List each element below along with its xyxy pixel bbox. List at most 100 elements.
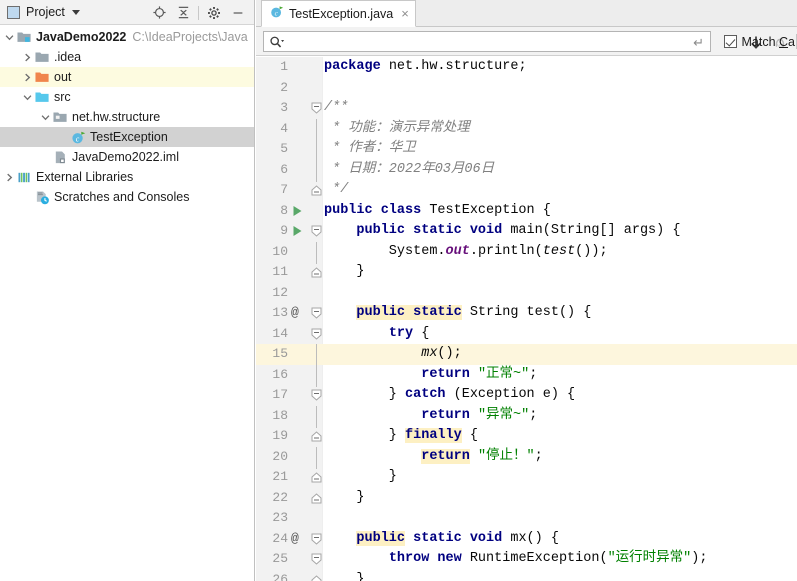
settings-gear-icon[interactable] [202, 2, 226, 24]
code-line[interactable]: 16 return "正常~"; [256, 362, 797, 387]
code-line[interactable]: 9 public static void main(String[] args)… [256, 221, 797, 242]
minimize-icon[interactable] [226, 2, 250, 24]
line-number: 2 [280, 79, 288, 95]
editor-area: c TestException.java × ↵ ALL Match Ca 1 … [256, 0, 797, 581]
code-line[interactable]: 4 * 功能：演示异常处理 [256, 116, 797, 141]
iml-file-icon [52, 149, 68, 165]
override-marker-icon[interactable]: @ [291, 529, 299, 550]
code-text: package net.hw.structure; [324, 59, 527, 74]
line-number: 13 [272, 305, 288, 320]
code-line[interactable]: 5 * 作者：华卫 [256, 137, 797, 161]
code-text: throw new RuntimeException("运行时异常"); [388, 551, 708, 566]
code-line[interactable]: 2 [256, 78, 797, 99]
tree-item-root[interactable]: JavaDemo2022 C:\IdeaProjects\Java [0, 27, 254, 47]
code-line[interactable]: 17 } catch (Exception e) { [256, 385, 797, 406]
code-line[interactable]: 25 throw new RuntimeException("运行时异常"); [256, 549, 797, 570]
project-tree[interactable]: JavaDemo2022 C:\IdeaProjects\Java .idea out… [0, 25, 254, 207]
collapse-all-icon[interactable] [171, 2, 195, 24]
tree-item-label: Scratches and Consoles [54, 190, 190, 204]
code-line[interactable]: 19 } finally { [256, 426, 797, 447]
code-line[interactable]: 13 @ public static String test() { [256, 303, 797, 324]
code-text: /** [324, 100, 349, 115]
find-toolbar: ↵ ALL Match Ca [256, 27, 797, 56]
code-line[interactable]: 15 mx(); [256, 342, 797, 366]
code-line[interactable]: 18 return "异常~"; [256, 403, 797, 428]
code-line[interactable]: 6 * 日期：2022年03月06日 [256, 157, 797, 182]
code-line[interactable]: 21 } [256, 467, 797, 488]
tree-item-extlibs[interactable]: External Libraries [0, 167, 254, 187]
tree-item-out[interactable]: out [0, 67, 254, 87]
tree-item-iml[interactable]: JavaDemo2022.iml [0, 147, 254, 167]
code-text: public static String test() { [356, 305, 592, 320]
tree-item-pkg[interactable]: net.hw.structure [0, 107, 254, 127]
chevron-right-icon[interactable] [21, 67, 34, 87]
chevron-down-icon[interactable] [39, 107, 52, 127]
tree-item-label: out [54, 70, 72, 84]
line-number: 26 [272, 571, 288, 581]
line-number: 22 [272, 489, 288, 505]
tree-item-idea[interactable]: .idea [0, 47, 254, 67]
tree-item-scratches[interactable]: Scratches and Consoles [0, 187, 254, 207]
match-case-label: Match Ca [741, 34, 796, 49]
code-text: public class TestException { [324, 202, 551, 218]
code-line[interactable]: 22 } [256, 488, 797, 509]
enter-hint-icon: ↵ [693, 35, 704, 50]
search-input[interactable] [264, 32, 710, 51]
svg-text:c: c [75, 134, 79, 143]
code-lines[interactable]: 1 package net.hw.structure; 2 3/** 4 * 功能：演示… [256, 57, 797, 581]
match-case-checkbox[interactable]: Match Ca [723, 27, 796, 56]
tree-item-src[interactable]: src [0, 87, 254, 107]
project-toolbar: Project [0, 0, 254, 25]
line-number: 14 [272, 325, 288, 341]
tab-TestException-java[interactable]: c TestException.java × [261, 0, 416, 27]
code-line[interactable]: 14 try { [256, 324, 797, 345]
code-line[interactable]: 3 /** [256, 98, 797, 119]
code-line[interactable]: 23 [256, 508, 797, 529]
project-title-group[interactable]: Project [0, 5, 80, 19]
line-number: 23 [272, 510, 288, 525]
chevron-down-icon[interactable] [21, 87, 34, 107]
java-class-icon: c [70, 129, 86, 145]
code-text: } [324, 571, 365, 581]
code-line[interactable]: 26 } [256, 570, 797, 581]
code-line[interactable]: 1 package net.hw.structure; [256, 57, 797, 78]
tree-item-label: External Libraries [36, 170, 134, 184]
code-line[interactable]: 7 */ [256, 180, 797, 201]
code-text: return "异常~"; [421, 407, 538, 423]
chevron-down-icon[interactable] [3, 27, 16, 47]
fold-end-icon[interactable] [311, 574, 322, 581]
idea-window: Project JavaDemo2022 C:\IdeaProjects\Jav… [0, 0, 797, 581]
line-number: 6 [280, 161, 288, 177]
tree-item-label: src [54, 90, 71, 104]
code-line[interactable]: 24 @ public static void mx() { [256, 529, 797, 550]
folder-orange-icon [34, 69, 50, 85]
line-number: 9 [280, 223, 288, 238]
code-text: return "正常~"; [421, 366, 538, 382]
close-icon[interactable]: × [401, 7, 409, 20]
code-editor[interactable]: 1 package net.hw.structure; 2 3/** 4 * 功能：演示… [256, 57, 797, 581]
code-text: } finally { [324, 428, 478, 443]
chevron-right-icon[interactable] [21, 47, 34, 67]
checkbox-indicator[interactable] [723, 35, 737, 48]
line-number: 4 [280, 120, 288, 136]
fold-line [311, 342, 322, 375]
tree-item-cls[interactable]: c TestException [0, 127, 254, 147]
locate-icon[interactable] [147, 2, 171, 24]
chevron-down-icon[interactable] [71, 9, 80, 15]
code-text: mx(); [421, 346, 462, 361]
tree-item-label: TestException [90, 130, 168, 144]
find-input-wrapper[interactable]: ↵ [263, 31, 711, 52]
editor-tab-strip: c TestException.java × [256, 0, 797, 27]
search-icon[interactable] [269, 35, 285, 50]
line-number: 8 [280, 202, 288, 218]
code-line[interactable]: 10 System.out.println(test()); [256, 239, 797, 264]
code-line[interactable]: 20 return "停止！"; [256, 444, 797, 469]
scratches-icon [34, 189, 50, 205]
code-line[interactable]: 11 } [256, 262, 797, 283]
code-line[interactable]: 12 [256, 283, 797, 304]
chevron-right-icon[interactable] [3, 167, 16, 187]
override-marker-icon[interactable]: @ [291, 303, 299, 324]
code-line[interactable]: 8 public class TestException { [256, 201, 797, 222]
code-text: System.out.println(test()); [324, 243, 608, 259]
